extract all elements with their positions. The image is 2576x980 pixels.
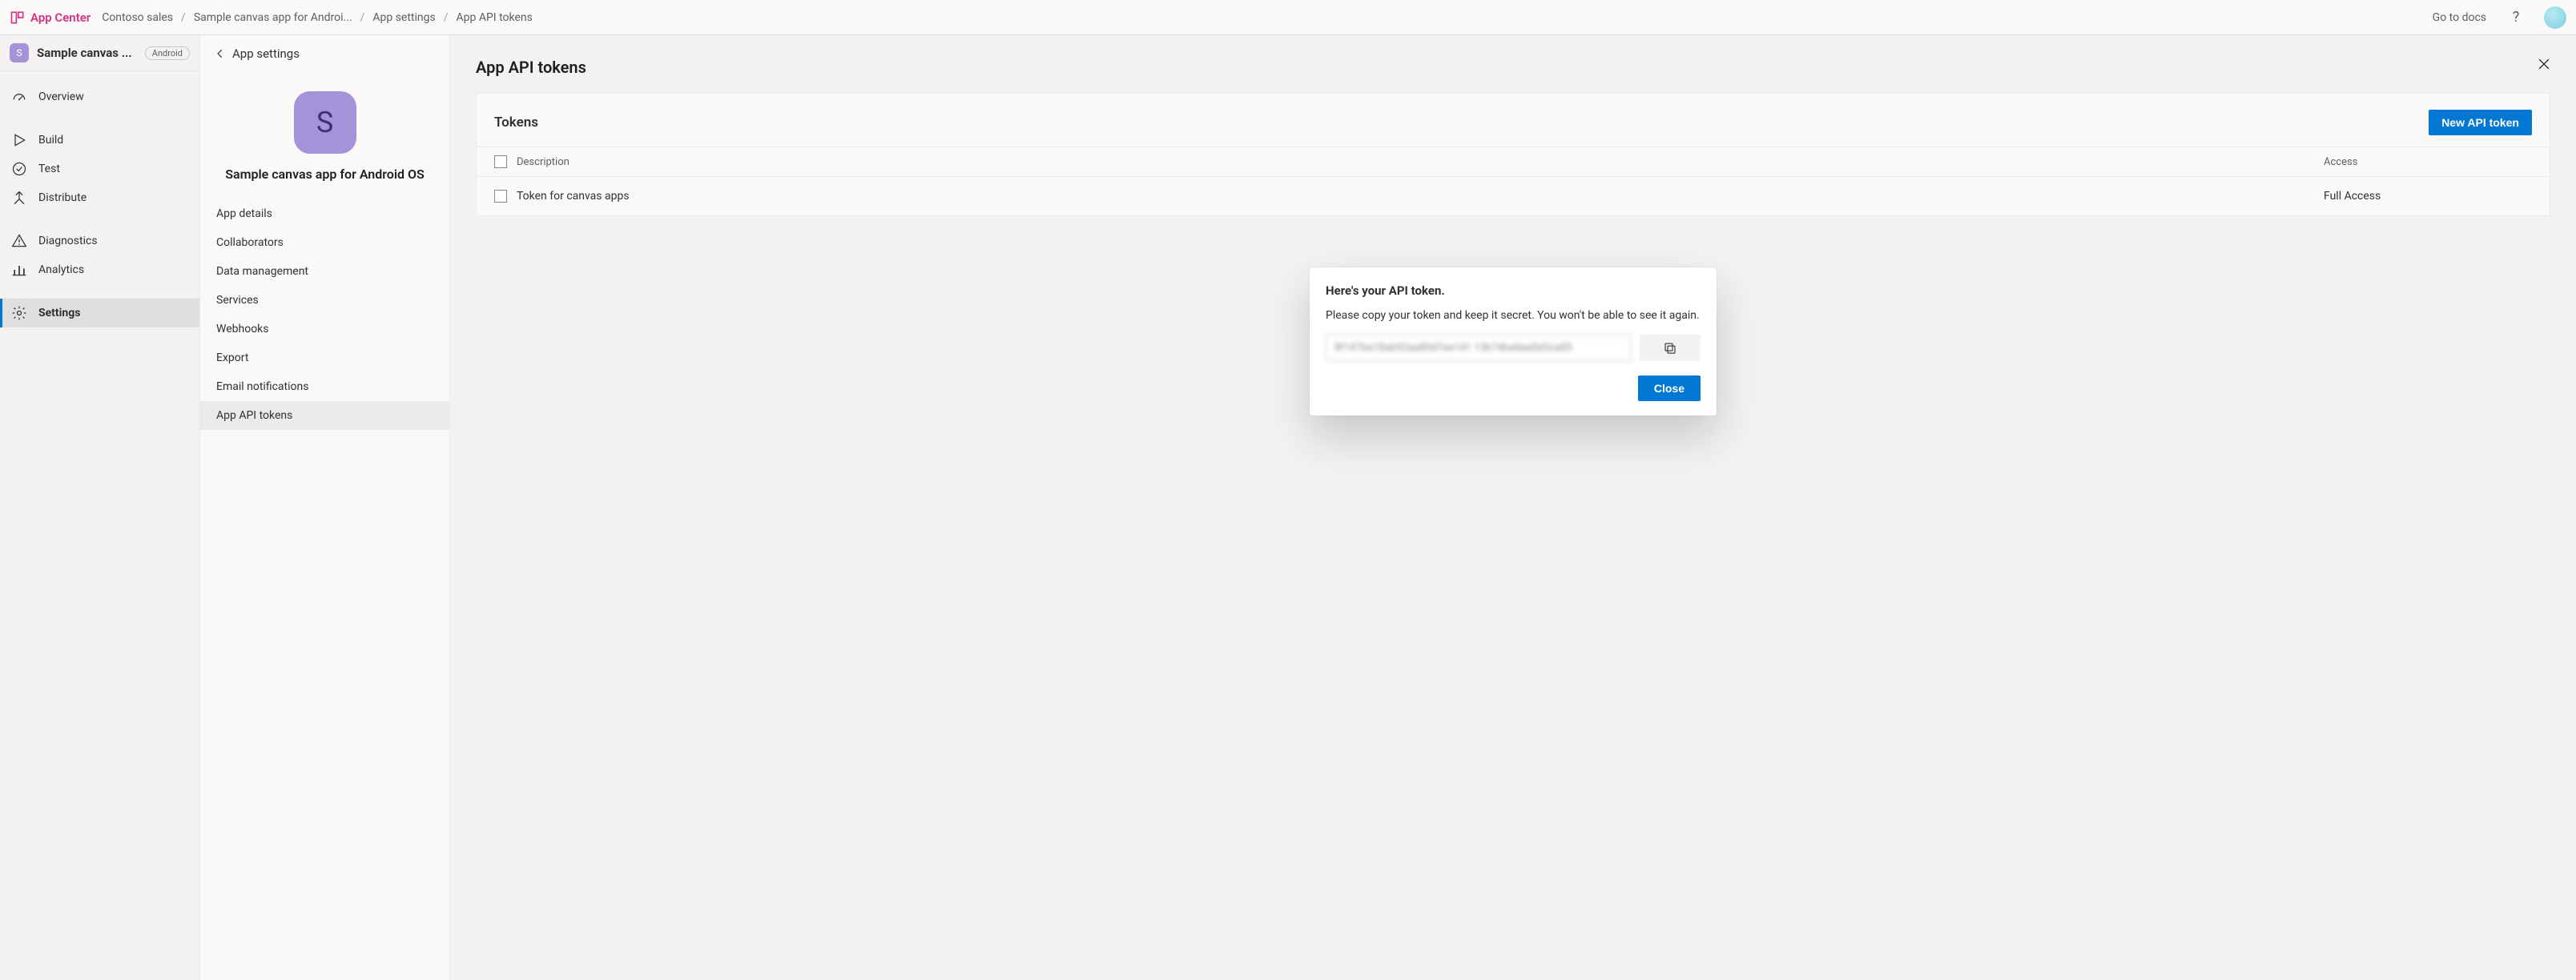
tokens-heading: Tokens: [494, 114, 538, 131]
app-icon-letter: S: [16, 47, 22, 58]
table-row[interactable]: Token for canvas apps Full Access: [477, 177, 2550, 215]
copy-token-button[interactable]: [1640, 335, 1701, 361]
breadcrumb-separator: /: [360, 11, 365, 24]
tokens-card: Tokens New API token Description Access …: [476, 93, 2550, 216]
modal-close-button[interactable]: Close: [1638, 376, 1701, 401]
bar-chart-icon: [11, 262, 27, 278]
gauge-icon: [11, 89, 27, 105]
go-to-docs-link[interactable]: Go to docs: [2433, 11, 2486, 24]
help-icon[interactable]: ?: [2507, 9, 2525, 26]
token-value-field[interactable]: 8f147ba18ab92aa80d7ee141 13b74ba8aa0d3ca…: [1326, 335, 1632, 361]
app-icon-letter: S: [316, 106, 333, 139]
top-header: App Center Contoso sales / Sample canvas…: [0, 0, 2576, 35]
close-icon: [2536, 56, 2552, 72]
main-content: App API tokens Tokens New API token Desc…: [450, 35, 2576, 980]
primary-sidebar: S Sample canvas ... Android Overview Bui…: [0, 35, 200, 980]
breadcrumb-separator: /: [444, 11, 449, 24]
chevron-left-icon: [215, 48, 226, 59]
user-avatar[interactable]: [2544, 6, 2566, 29]
sidebar-item-overview[interactable]: Overview: [0, 82, 199, 111]
app-icon-small: S: [10, 43, 29, 62]
app-center-logo-icon: [10, 10, 26, 26]
settings-item-webhooks[interactable]: Webhooks: [200, 315, 449, 343]
close-panel-button[interactable]: [2534, 54, 2554, 74]
sidebar-item-label: Settings: [38, 307, 80, 319]
sidebar-item-distribute[interactable]: Distribute: [0, 183, 199, 212]
breadcrumb-item[interactable]: App settings: [372, 11, 435, 24]
breadcrumb-separator: /: [181, 11, 186, 24]
brand-label: App Center: [30, 10, 91, 25]
app-icon-large: S: [294, 91, 356, 154]
platform-badge: Android: [145, 46, 190, 60]
back-label: App settings: [232, 46, 300, 61]
breadcrumb-item[interactable]: App API tokens: [457, 11, 533, 24]
sidebar-item-diagnostics[interactable]: Diagnostics: [0, 227, 199, 255]
warning-icon: [11, 233, 27, 249]
settings-item-email-notifications[interactable]: Email notifications: [200, 372, 449, 401]
sidebar-item-label: Test: [38, 163, 60, 175]
check-circle-icon: [11, 161, 27, 177]
back-to-app-settings[interactable]: App settings: [200, 35, 449, 72]
sidebar-item-test[interactable]: Test: [0, 155, 199, 183]
new-api-token-button[interactable]: New API token: [2429, 110, 2532, 135]
select-all-checkbox[interactable]: [494, 155, 507, 168]
breadcrumb: Contoso sales / Sample canvas app for An…: [102, 11, 533, 24]
sidebar-app-header[interactable]: S Sample canvas ... Android: [0, 35, 199, 71]
settings-item-app-api-tokens[interactable]: App API tokens: [200, 401, 449, 430]
settings-item-collaborators[interactable]: Collaborators: [200, 228, 449, 257]
settings-item-app-details[interactable]: App details: [200, 199, 449, 228]
sidebar-item-label: Distribute: [38, 191, 87, 204]
breadcrumb-item[interactable]: Sample canvas app for Androi...: [194, 11, 352, 24]
tokens-table-header: Description Access: [477, 147, 2550, 177]
sidebar-item-label: Analytics: [38, 263, 84, 276]
brand-area[interactable]: App Center: [10, 10, 95, 26]
settings-item-data-management[interactable]: Data management: [200, 257, 449, 286]
app-title: Sample canvas app for Android OS: [200, 162, 449, 199]
api-token-modal: Here's your API token. Please copy your …: [1310, 267, 1717, 416]
modal-subtitle: Please copy your token and keep it secre…: [1326, 309, 1701, 322]
settings-sidebar: App settings S Sample canvas app for And…: [200, 35, 450, 980]
sidebar-item-analytics[interactable]: Analytics: [0, 255, 199, 284]
copy-icon: [1663, 341, 1677, 355]
row-access: Full Access: [2324, 190, 2532, 203]
row-checkbox[interactable]: [494, 190, 507, 203]
sidebar-item-label: Diagnostics: [38, 235, 98, 247]
row-description: Token for canvas apps: [517, 190, 2324, 203]
sidebar-item-label: Build: [38, 134, 63, 147]
sidebar-item-settings[interactable]: Settings: [0, 299, 199, 327]
play-icon: [11, 132, 27, 148]
distribute-icon: [11, 190, 27, 206]
settings-item-export[interactable]: Export: [200, 343, 449, 372]
page-title: App API tokens: [476, 58, 2550, 77]
sidebar-item-label: Overview: [38, 90, 84, 103]
app-name-truncated: Sample canvas ...: [37, 46, 137, 60]
gear-icon: [11, 305, 27, 321]
column-description: Description: [517, 156, 2324, 168]
sidebar-item-build[interactable]: Build: [0, 126, 199, 155]
settings-item-services[interactable]: Services: [200, 286, 449, 315]
breadcrumb-item[interactable]: Contoso sales: [102, 11, 173, 24]
column-access: Access: [2324, 156, 2532, 168]
modal-title: Here's your API token.: [1326, 283, 1701, 298]
